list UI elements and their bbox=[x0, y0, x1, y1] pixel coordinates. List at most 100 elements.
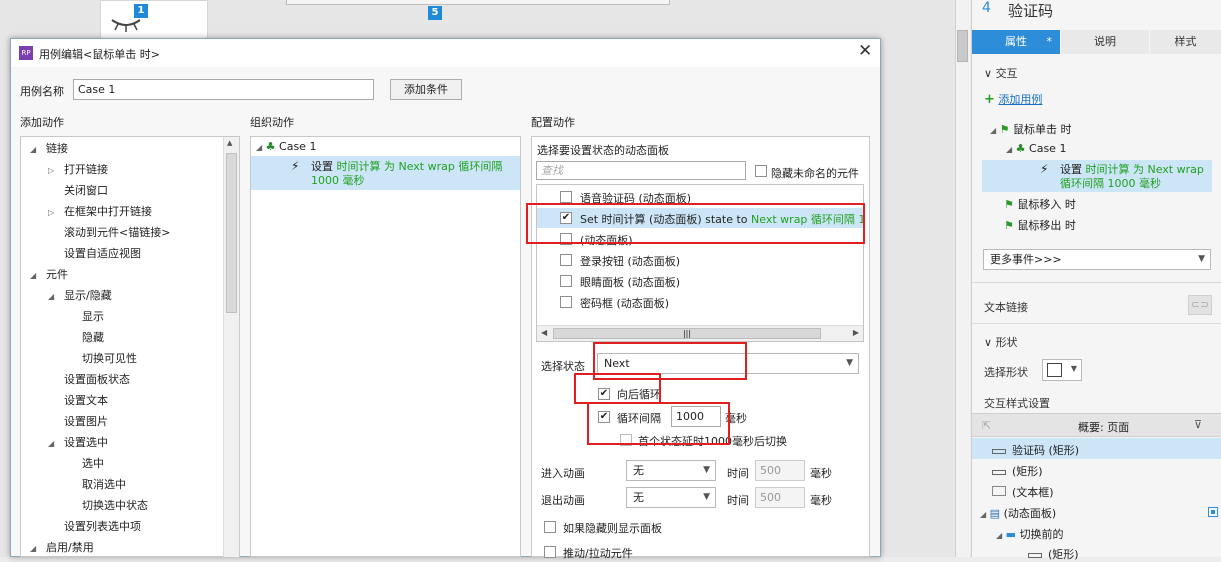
enter-anim-dropdown[interactable]: 无 ▼ bbox=[626, 460, 716, 481]
action-tree-item[interactable]: 设置文本 bbox=[48, 392, 108, 408]
widget-name[interactable]: 验证码 bbox=[1008, 0, 1053, 21]
event-click[interactable]: ◢ ⚑ 鼠标单击 时 bbox=[990, 121, 1072, 137]
panel-list-item[interactable]: 密码框 (动态面板) bbox=[537, 292, 863, 312]
shape-picker[interactable]: ▼ bbox=[1042, 359, 1082, 381]
action-tree-item[interactable]: 关闭窗口 bbox=[48, 182, 108, 198]
action-tree-item[interactable]: 隐藏 bbox=[66, 329, 104, 345]
action-tree-item[interactable]: ◢ 链接 bbox=[30, 140, 68, 156]
action-tree-label: 设置选中 bbox=[64, 436, 108, 449]
action-tree-item[interactable]: 设置列表选中项 bbox=[48, 518, 141, 534]
panel-checkbox[interactable] bbox=[560, 275, 572, 287]
close-icon[interactable]: ✕ bbox=[858, 41, 872, 61]
scrollbar-thumb[interactable] bbox=[226, 153, 237, 313]
chevron-down-icon: ∨ bbox=[984, 67, 996, 80]
interaction-section[interactable]: ∨ 交互 bbox=[984, 65, 1018, 81]
case-name-input[interactable]: Case 1 bbox=[73, 79, 374, 100]
dynamic-panel-icon: ▤ bbox=[989, 507, 1001, 520]
action-tree-label: 切换选中状态 bbox=[82, 499, 148, 512]
horizontal-scrollbar[interactable]: ◀ ||| ▶ bbox=[537, 325, 863, 341]
time-label: 时间 bbox=[727, 494, 749, 507]
panel-checkbox[interactable] bbox=[560, 254, 572, 266]
scrollbar-thumb[interactable] bbox=[957, 30, 968, 62]
action-tree-label: 启用/禁用 bbox=[46, 541, 94, 554]
expand-triangle-icon[interactable]: ◢ bbox=[48, 439, 64, 448]
panel-checkbox[interactable] bbox=[560, 191, 572, 203]
expand-triangle-icon[interactable]: ◢ bbox=[48, 292, 64, 301]
panel-list-item[interactable]: 眼睛面板 (动态面板) bbox=[537, 271, 863, 291]
panel-state-icon: ▬ bbox=[1005, 528, 1017, 541]
rectangle-icon bbox=[992, 470, 1006, 475]
case-item[interactable]: ◢ ♣ Case 1 bbox=[1006, 142, 1066, 155]
action-tree-item[interactable]: ◢ 显示/隐藏 bbox=[48, 287, 112, 303]
case-tree-icon: ♣ bbox=[1015, 142, 1026, 155]
outline-header: ⇱ 概要: 页面 ⊽ bbox=[972, 413, 1221, 437]
expand-triangle-icon[interactable]: ◢ bbox=[30, 145, 46, 154]
event-mouse-leave[interactable]: ⚑ 鼠标移出 时 bbox=[1004, 217, 1076, 233]
action-tree-item[interactable]: ▷ 打开链接 bbox=[48, 161, 108, 177]
back-arrow-icon[interactable]: ⇱ bbox=[982, 419, 991, 432]
case-node[interactable]: ◢ ♣ Case 1 bbox=[256, 140, 316, 153]
show-if-hidden-checkbox[interactable] bbox=[544, 521, 556, 533]
action-tree-item[interactable]: 设置图片 bbox=[48, 413, 108, 429]
action-tree-item[interactable]: 取消选中 bbox=[66, 476, 126, 492]
action-tree-item[interactable]: 设置面板状态 bbox=[48, 371, 130, 387]
link-icon[interactable]: ⊂⊃ bbox=[1188, 295, 1212, 315]
scrollbar-thumb[interactable]: ||| bbox=[553, 328, 821, 339]
action-tree-item[interactable]: ▷ 在框架中打开链接 bbox=[48, 203, 152, 219]
tab-notes[interactable]: 说明 bbox=[1061, 30, 1149, 54]
text-link-label: 文本链接 bbox=[984, 301, 1028, 314]
widget-number: 4 bbox=[982, 0, 991, 16]
scroll-right-icon[interactable]: ▶ bbox=[853, 328, 859, 337]
tab-properties[interactable]: 属性 * bbox=[972, 30, 1060, 54]
shape-section[interactable]: ∨ 形状 bbox=[984, 334, 1018, 350]
push-pull-checkbox[interactable] bbox=[544, 546, 556, 558]
add-case-link[interactable]: + 添加用例 bbox=[984, 91, 1042, 107]
canvas-scrollbar[interactable] bbox=[955, 0, 970, 557]
action-tree-item[interactable]: 切换可见性 bbox=[66, 350, 137, 366]
dropdown-arrow-icon: ▼ bbox=[703, 465, 710, 475]
panel-label: 眼睛面板 (动态面板) bbox=[580, 276, 681, 289]
hide-unnamed-checkbox[interactable] bbox=[755, 165, 767, 177]
outline-item[interactable]: 验证码 (矩形) bbox=[972, 438, 1221, 459]
outline-item[interactable]: (文本框) bbox=[992, 484, 1054, 500]
filter-icon[interactable]: ⊽ bbox=[1194, 418, 1202, 431]
selected-action-node[interactable]: ⚡ 设置 时间计算 为 Next wrap 循环间隔 1000 毫秒 bbox=[251, 156, 520, 190]
enter-time-input[interactable]: 500 bbox=[755, 460, 805, 481]
action-tree-item[interactable]: 设置自适应视图 bbox=[48, 245, 141, 261]
action-tree-item[interactable]: 显示 bbox=[66, 308, 104, 324]
ms-label: 毫秒 bbox=[810, 467, 832, 480]
action-tree-item[interactable]: ◢ 设置选中 bbox=[48, 434, 108, 450]
action-item[interactable]: ⚡ 设置 时间计算 为 Next wrap 循环间隔 1000 毫秒 bbox=[982, 160, 1212, 192]
outline-item[interactable]: (矩形) bbox=[1028, 546, 1079, 562]
collapsed-triangle-icon[interactable]: ▷ bbox=[48, 208, 64, 217]
collapsed-triangle-icon[interactable]: ▷ bbox=[48, 166, 64, 175]
more-events-dropdown[interactable]: 更多事件>>> ▼ bbox=[983, 249, 1211, 270]
scroll-left-icon[interactable]: ◀ bbox=[541, 328, 547, 337]
exit-anim-dropdown[interactable]: 无 ▼ bbox=[626, 487, 716, 508]
action-tree-item[interactable]: ◢ 元件 bbox=[30, 266, 68, 282]
event-mouse-enter[interactable]: ⚑ 鼠标移入 时 bbox=[1004, 196, 1076, 212]
tab-style[interactable]: 样式 bbox=[1150, 30, 1221, 54]
expand-triangle-icon[interactable]: ◢ bbox=[30, 271, 46, 280]
chevron-down-icon: ∨ bbox=[984, 336, 996, 349]
visibility-toggle[interactable] bbox=[1208, 507, 1218, 517]
panel-list-item[interactable]: 登录按钮 (动态面板) bbox=[537, 250, 863, 270]
interaction-style-label[interactable]: 交互样式设置 bbox=[984, 395, 1050, 411]
outline-item[interactable]: ◢ ▬ 切换前的 bbox=[996, 526, 1064, 542]
tree-scrollbar[interactable]: ▲ bbox=[223, 137, 239, 557]
action-tree-item[interactable]: ◢ 启用/禁用 bbox=[30, 539, 94, 555]
dialog-titlebar[interactable]: RP 用例编辑<鼠标单击 时> ✕ bbox=[11, 39, 880, 67]
outline-item[interactable]: ◢ ▤ (动态面板) bbox=[980, 505, 1056, 521]
search-input[interactable]: 查找 bbox=[536, 161, 746, 180]
action-tree-item[interactable]: 切换选中状态 bbox=[66, 497, 148, 513]
expand-triangle-icon[interactable]: ◢ bbox=[30, 544, 46, 553]
exit-time-input[interactable]: 500 bbox=[755, 487, 805, 508]
action-tree-item[interactable]: 滚动到元件<锚链接> bbox=[48, 224, 170, 240]
add-condition-button[interactable]: 添加条件 bbox=[390, 79, 462, 100]
panel-checkbox[interactable] bbox=[560, 296, 572, 308]
action-tree-label: 关闭窗口 bbox=[64, 184, 108, 197]
action-tree-item[interactable]: 选中 bbox=[66, 455, 104, 471]
outline-item[interactable]: (矩形) bbox=[992, 463, 1043, 479]
action-tree-label: 设置自适应视图 bbox=[64, 247, 141, 260]
scroll-up-icon[interactable]: ▲ bbox=[227, 139, 232, 147]
